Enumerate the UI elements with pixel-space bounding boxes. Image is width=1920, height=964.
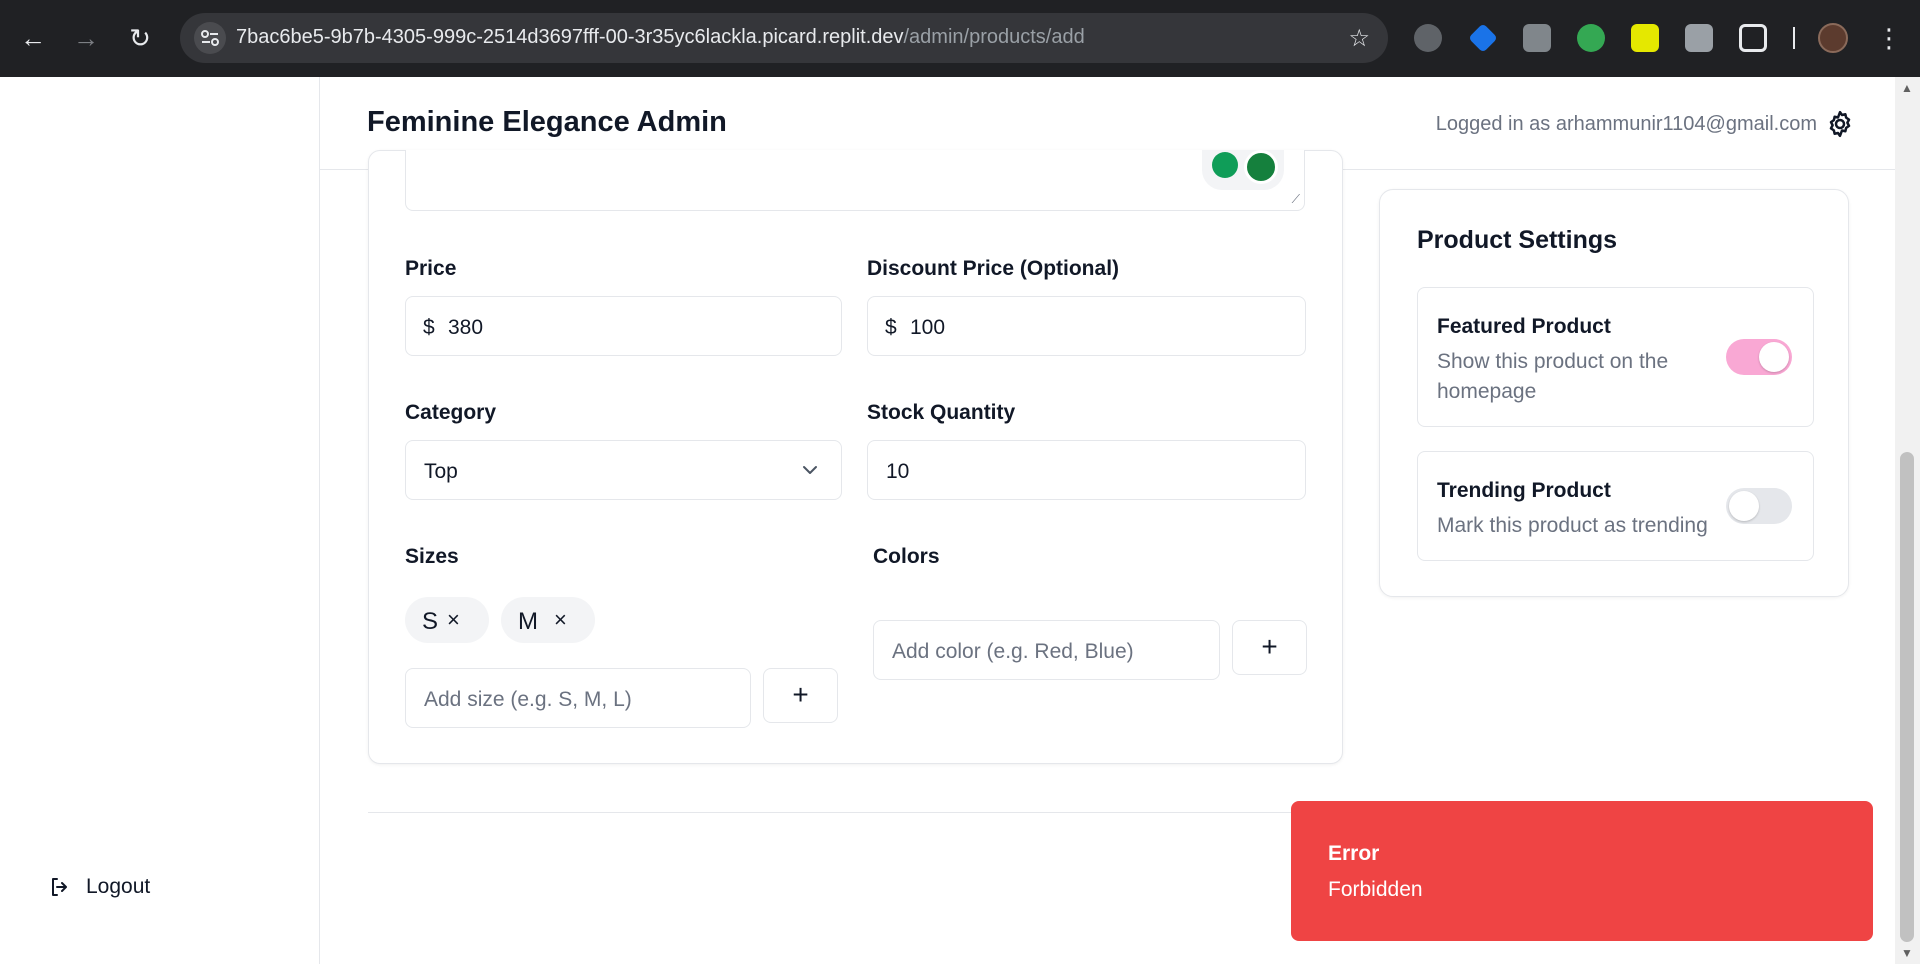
discount-value: 100 — [910, 316, 946, 339]
settings-gear-icon[interactable] — [1825, 109, 1855, 139]
toolbar-divider — [1793, 27, 1795, 49]
category-label: Category — [405, 401, 497, 424]
sidebar: Logout — [0, 77, 320, 964]
size-chip-m: M × — [501, 597, 595, 643]
remove-size-icon[interactable]: × — [447, 607, 460, 633]
price-input[interactable]: $ 380 — [405, 296, 842, 356]
logout-icon — [52, 878, 67, 896]
settings-title: Product Settings — [1417, 226, 1618, 254]
size-chip-label: M — [518, 608, 538, 635]
colors-label: Colors — [873, 545, 940, 568]
price-value: 380 — [448, 316, 484, 339]
browser-menu-icon[interactable]: ⋮ — [1876, 24, 1902, 52]
featured-product-option: Featured Product Show this product on th… — [1417, 287, 1814, 427]
sizes-label: Sizes — [405, 545, 459, 568]
discount-label: Discount Price (Optional) — [867, 257, 1120, 280]
extension-bulb-icon[interactable] — [1577, 24, 1605, 52]
trending-title: Trending Product — [1437, 479, 1611, 502]
extension-tag-icon[interactable] — [1468, 23, 1498, 53]
browser-toolbar: ← → ↻ 7bac6be5-9b7b-4305-999c-2514d3697f… — [0, 0, 1920, 77]
toast-message: Forbidden — [1328, 878, 1423, 901]
forward-button[interactable]: → — [70, 22, 102, 54]
stock-label: Stock Quantity — [867, 401, 1016, 424]
chevron-down-icon — [803, 466, 817, 474]
toast-title: Error — [1328, 842, 1380, 865]
add-color-button[interactable]: + — [1232, 620, 1307, 675]
error-toast[interactable]: Error Forbidden — [1291, 801, 1873, 941]
reload-button[interactable]: ↻ — [124, 22, 156, 54]
category-select[interactable]: Top — [405, 440, 842, 500]
logged-in-text: Logged in as arhammunir1104@gmail.com — [1435, 113, 1817, 135]
page-scrollbar[interactable]: ▲ ▼ — [1895, 77, 1920, 964]
color-input[interactable]: Add color (e.g. Red, Blue) — [873, 620, 1220, 680]
brand-title: Feminine Elegance Admin — [367, 106, 727, 138]
site-info-icon[interactable] — [194, 22, 226, 54]
trending-toggle[interactable] — [1726, 488, 1792, 524]
product-settings-card: Product Settings Featured Product Show t… — [1379, 189, 1849, 597]
description-textarea[interactable]: ⟋ — [405, 150, 1305, 211]
url-path: /admin/products/add — [903, 26, 1085, 48]
size-chip-s: S × — [405, 597, 489, 643]
category-value: Top — [424, 460, 458, 483]
url-host: 7bac6be5-9b7b-4305-999c-2514d3697fff-00-… — [236, 26, 904, 48]
scroll-up-icon[interactable]: ▲ — [1901, 81, 1913, 95]
discount-input[interactable]: $ 100 — [867, 296, 1306, 356]
grammar-assistant-icon[interactable] — [1202, 150, 1284, 190]
logout-label: Logout — [86, 875, 151, 898]
url-text: 7bac6be5-9b7b-4305-999c-2514d3697fff-00-… — [236, 26, 1085, 49]
price-prefix: $ — [423, 316, 435, 339]
extension-code-icon[interactable] — [1523, 24, 1551, 52]
resize-handle-icon[interactable]: ⟋ — [1292, 192, 1300, 207]
size-placeholder: Add size (e.g. S, M, L) — [424, 688, 632, 711]
featured-description: Show this product on the homepage — [1437, 350, 1669, 403]
address-bar[interactable]: 7bac6be5-9b7b-4305-999c-2514d3697fff-00-… — [180, 13, 1388, 63]
back-button[interactable]: ← — [17, 22, 49, 54]
featured-toggle[interactable] — [1726, 339, 1792, 375]
discount-prefix: $ — [885, 316, 897, 339]
size-input[interactable]: Add size (e.g. S, M, L) — [405, 668, 751, 728]
extension-asterisk-icon[interactable] — [1631, 24, 1659, 52]
color-placeholder: Add color (e.g. Red, Blue) — [892, 640, 1134, 663]
scroll-down-icon[interactable]: ▼ — [1901, 946, 1913, 960]
bookmark-star-icon[interactable]: ☆ — [1348, 24, 1370, 53]
trending-product-option: Trending Product Mark this product as tr… — [1417, 451, 1814, 561]
scrollbar-thumb[interactable] — [1900, 452, 1914, 942]
extension-globe-icon[interactable] — [1414, 24, 1442, 52]
extensions-puzzle-icon[interactable] — [1739, 24, 1767, 52]
extension-camera-icon[interactable] — [1685, 24, 1713, 52]
logout-button[interactable]: Logout — [48, 875, 150, 899]
remove-size-icon[interactable]: × — [554, 607, 567, 633]
profile-avatar[interactable] — [1818, 23, 1848, 53]
trending-description: Mark this product as trending — [1437, 514, 1708, 537]
size-chip-label: S — [422, 608, 439, 635]
featured-title: Featured Product — [1437, 315, 1611, 338]
stock-value: 10 — [886, 460, 910, 483]
add-size-button[interactable]: + — [763, 668, 838, 723]
stock-input[interactable]: 10 — [867, 440, 1306, 500]
price-label: Price — [405, 257, 457, 280]
